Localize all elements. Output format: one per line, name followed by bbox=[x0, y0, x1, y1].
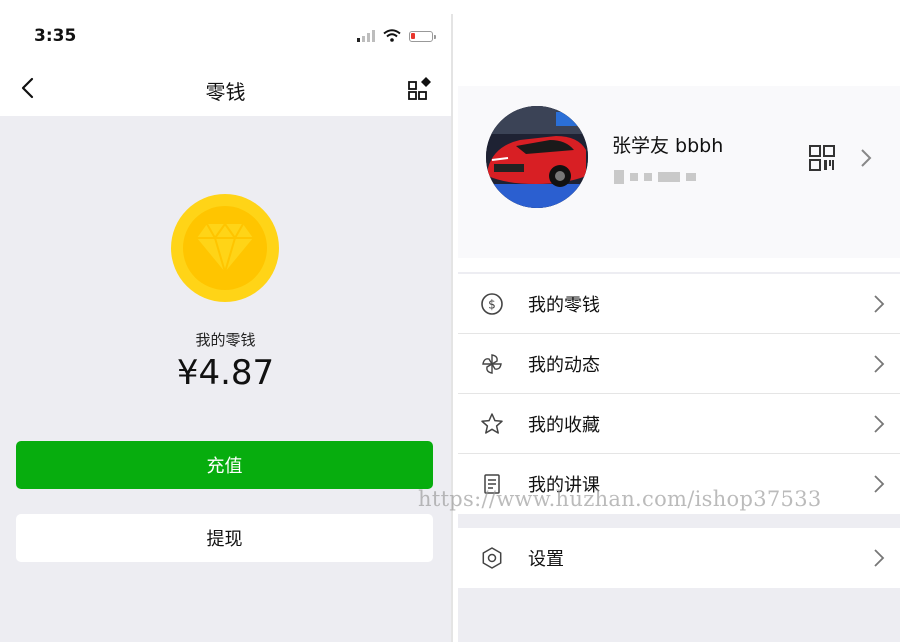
chevron-right-icon[interactable] bbox=[858, 146, 874, 170]
top-bar: 3:35 零钱 bbox=[0, 0, 451, 116]
chevron-right-icon bbox=[874, 295, 885, 313]
chevron-right-icon bbox=[874, 355, 885, 373]
star-icon bbox=[481, 413, 503, 434]
wallet-screen: 3:35 零钱 我的零钱 ¥4.87 充值 提现 bbox=[0, 0, 451, 642]
avatar[interactable] bbox=[486, 106, 588, 208]
withdraw-button[interactable]: 提现 bbox=[16, 514, 433, 562]
grid-menu-icon[interactable] bbox=[407, 76, 433, 102]
red-car-avatar-icon bbox=[486, 106, 588, 208]
signal-icon bbox=[357, 30, 375, 42]
chevron-right-icon bbox=[874, 549, 885, 567]
menu-item-moments[interactable]: 我的动态 bbox=[458, 334, 900, 394]
diamond-icon bbox=[197, 222, 253, 274]
profile-name: 张学友 bbbh bbox=[612, 135, 724, 157]
menu-label: 我的零钱 bbox=[528, 295, 600, 316]
dollar-circle-icon: $ bbox=[481, 293, 503, 315]
page-title: 零钱 bbox=[205, 80, 246, 104]
status-icons bbox=[357, 29, 436, 42]
qr-code-icon[interactable] bbox=[808, 144, 836, 172]
menu-item-settings[interactable]: 设置 bbox=[458, 528, 900, 588]
menu-label: 我的动态 bbox=[528, 355, 600, 376]
menu-item-wallet[interactable]: $ 我的零钱 bbox=[458, 274, 900, 334]
menu-label: 我的收藏 bbox=[528, 415, 600, 436]
watermark-text: https://www.huzhan.com/ishop37533 bbox=[418, 487, 822, 511]
coin-diamond-logo bbox=[171, 194, 279, 302]
status-time: 3:35 bbox=[34, 26, 77, 46]
hexagon-gear-icon bbox=[482, 547, 502, 569]
settings-group: 设置 bbox=[458, 528, 900, 588]
balance-label: 我的零钱 bbox=[195, 331, 256, 349]
battery-icon bbox=[409, 31, 436, 42]
balance-amount: ¥4.87 bbox=[176, 353, 275, 393]
panel-divider bbox=[451, 14, 453, 642]
topup-button[interactable]: 充值 bbox=[16, 441, 433, 489]
menu-list: $ 我的零钱 我的动态 我的收藏 我的讲课 bbox=[458, 274, 900, 514]
wifi-icon bbox=[383, 29, 401, 42]
svg-text:$: $ bbox=[488, 298, 496, 312]
pinwheel-icon bbox=[482, 354, 502, 374]
chevron-right-icon bbox=[874, 415, 885, 433]
profile-id-redacted bbox=[614, 170, 696, 184]
menu-label: 设置 bbox=[528, 549, 564, 570]
menu-item-favorites[interactable]: 我的收藏 bbox=[458, 394, 900, 454]
profile-card[interactable]: 张学友 bbbh bbox=[458, 86, 900, 258]
chevron-right-icon bbox=[874, 475, 885, 493]
profile-screen: 张学友 bbbh $ 我的零钱 我的动态 我的收藏 我的讲课 设置 bbox=[458, 0, 900, 642]
